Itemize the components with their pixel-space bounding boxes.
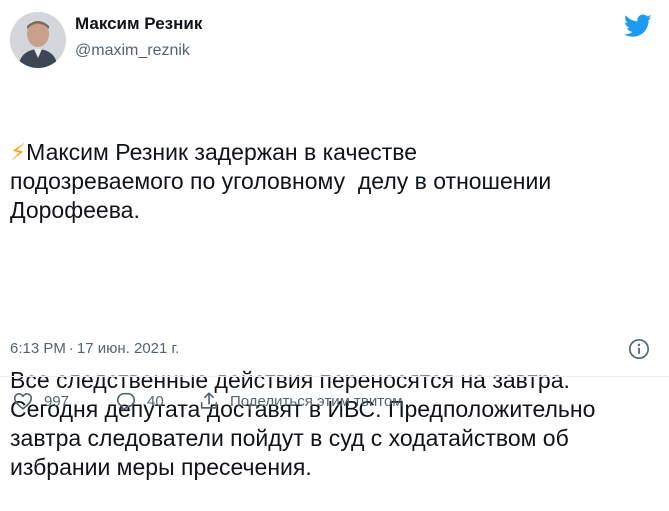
tweet-paragraph-1-text: Максим Резник задержан в качестве подозр… (10, 139, 552, 223)
reply-button[interactable]: 40 (115, 390, 164, 412)
heart-icon (13, 393, 33, 410)
tweet-timestamp[interactable]: 6:13 PM · 17 июн. 2021 г. (10, 340, 179, 357)
like-button[interactable]: 997 (12, 390, 69, 412)
tweet-paragraph-2: Все следственные действия переносятся на… (10, 367, 596, 480)
info-icon[interactable] (628, 338, 650, 360)
share-icon (200, 392, 218, 409)
tweet-text: ⚡Максим Резник задержан в качестве подоз… (10, 80, 660, 511)
avatar-photo (10, 12, 66, 68)
twitter-bird-icon[interactable] (624, 14, 652, 38)
author-name[interactable]: Максим Резник (75, 14, 202, 34)
reply-count: 40 (147, 392, 164, 410)
like-count: 997 (44, 392, 70, 410)
divider (0, 376, 669, 377)
share-label: Поделиться этим твитом (230, 392, 403, 410)
avatar[interactable] (10, 12, 66, 68)
share-button[interactable]: Поделиться этим твитом (198, 390, 403, 412)
tweet-time: 6:13 PM (10, 340, 66, 357)
tweet-paragraph-1: ⚡Максим Резник задержан в качестве подоз… (10, 138, 660, 225)
tweet-date: 17 июн. 2021 г. (76, 340, 180, 357)
author-handle[interactable]: @maxim_reznik (75, 42, 190, 60)
lightning-icon: ⚡ (10, 139, 27, 165)
reply-bubble-icon (116, 392, 136, 411)
meta-separator: · (68, 340, 74, 357)
